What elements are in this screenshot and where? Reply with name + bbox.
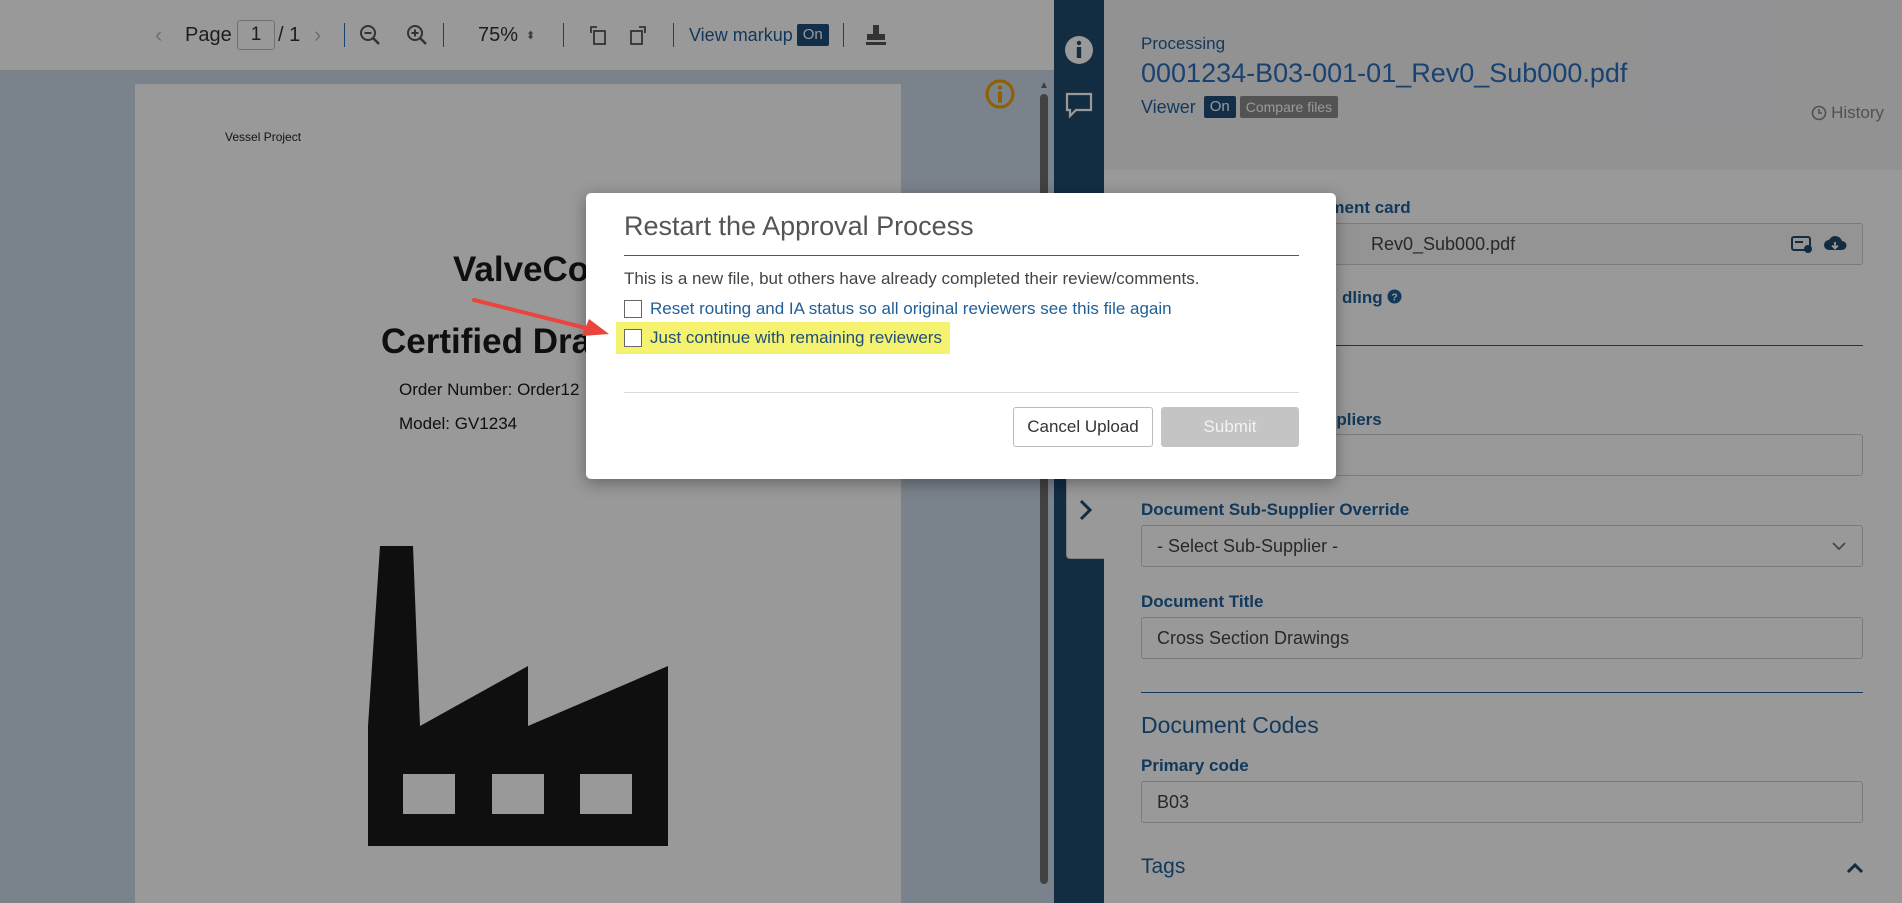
dialog-title-divider (624, 255, 1299, 256)
reset-routing-checkbox[interactable] (624, 300, 642, 318)
continue-reviewers-label[interactable]: Just continue with remaining reviewers (650, 328, 942, 348)
annotation-arrow-icon (472, 298, 609, 336)
reset-routing-label[interactable]: Reset routing and IA status so all origi… (650, 299, 1172, 319)
dialog-description: This is a new file, but others have alre… (624, 269, 1200, 288)
dialog-footer-divider (624, 392, 1299, 393)
reset-routing-option[interactable]: Reset routing and IA status so all origi… (624, 294, 1172, 324)
restart-approval-dialog: Restart the Approval Process This is a n… (586, 193, 1336, 479)
continue-reviewers-option[interactable]: Just continue with remaining reviewers (616, 322, 950, 354)
submit-button[interactable]: Submit (1161, 407, 1299, 447)
cancel-upload-button[interactable]: Cancel Upload (1013, 407, 1153, 447)
app-root: ‹ Page 1 / 1 › 75% ⬍ View markup On Vess… (0, 0, 1902, 903)
continue-reviewers-checkbox[interactable] (624, 329, 642, 347)
dialog-title: Restart the Approval Process (624, 211, 974, 241)
